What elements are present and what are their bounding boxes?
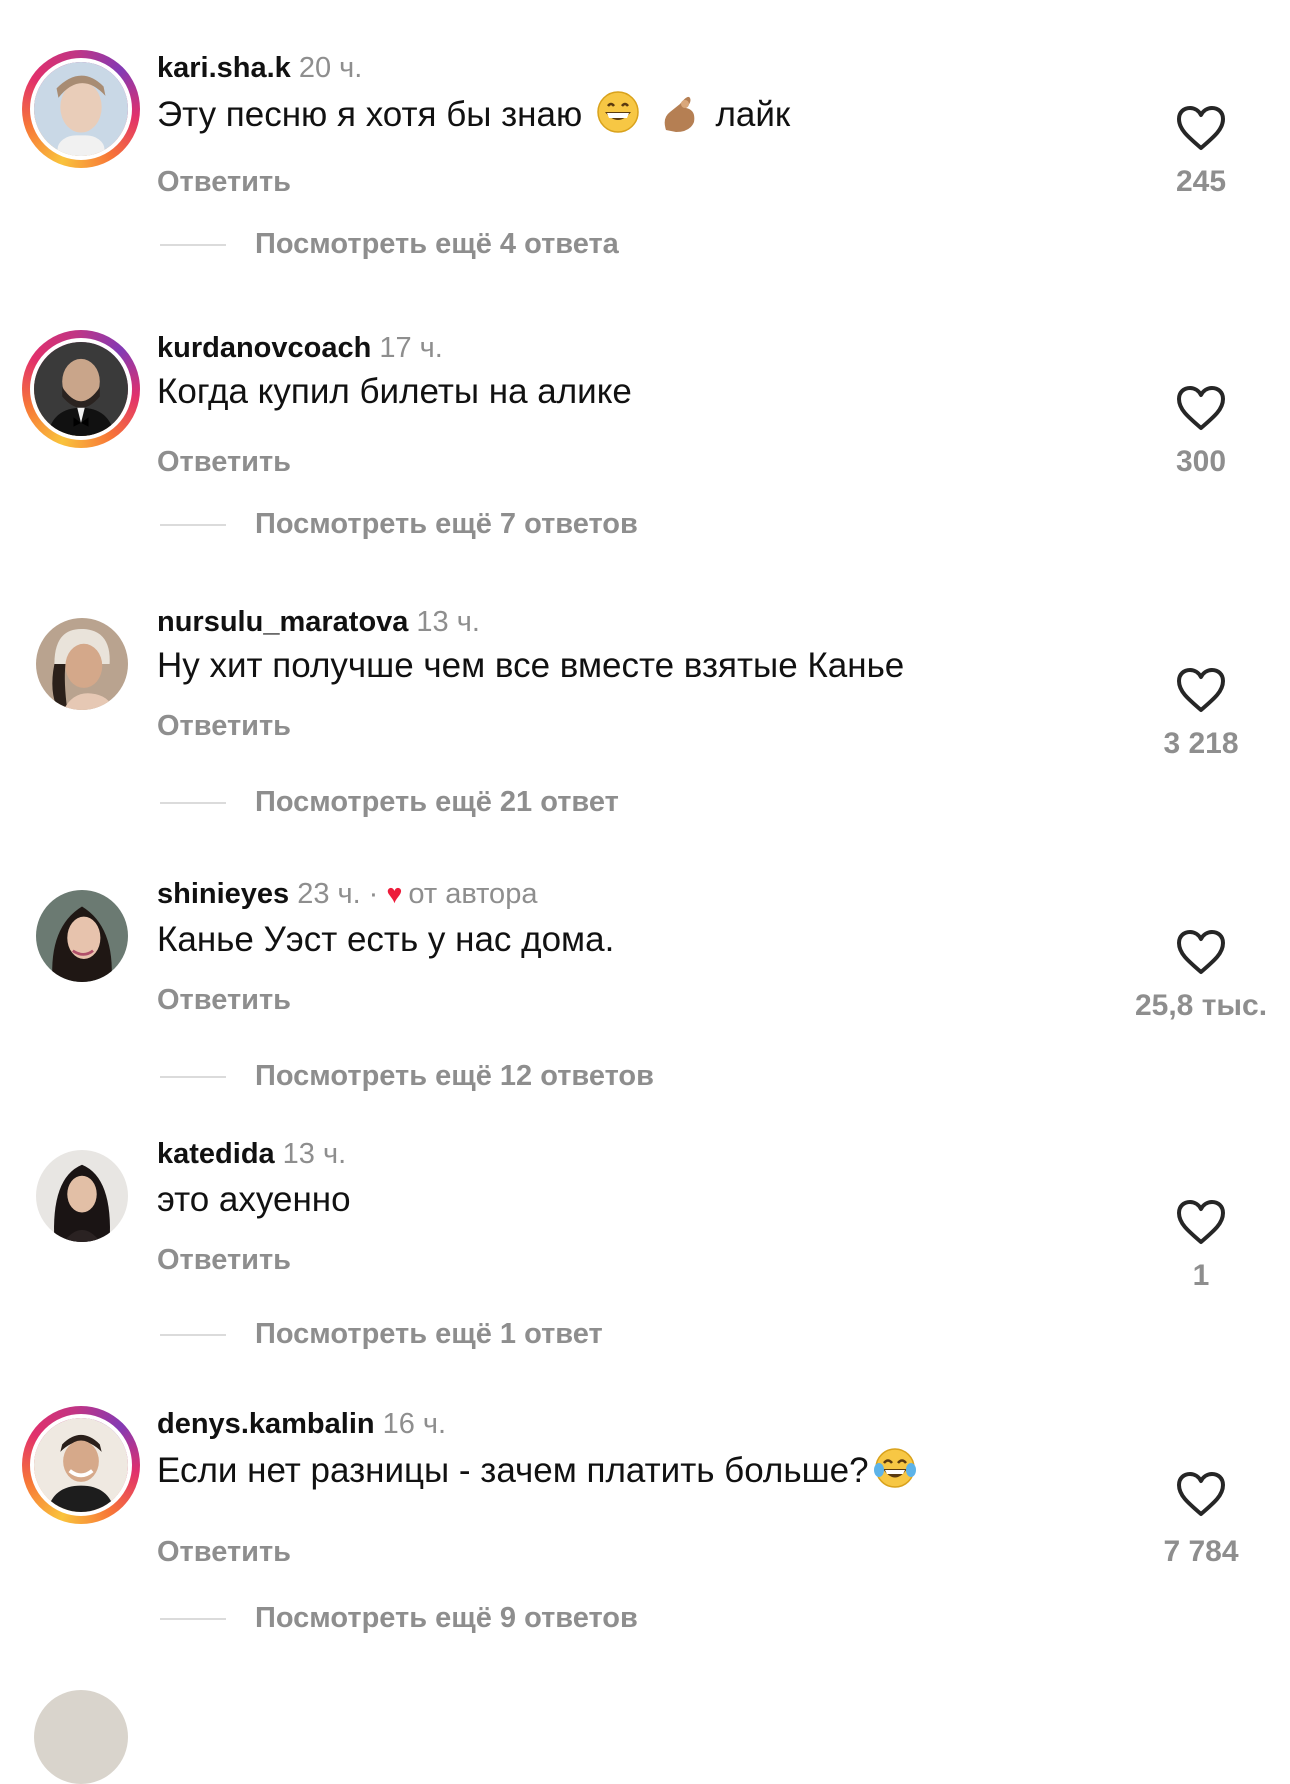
ok-hand-icon xyxy=(664,96,695,132)
avatar-next-comment[interactable] xyxy=(34,1690,128,1784)
heart-outline-icon[interactable] xyxy=(1175,1198,1227,1246)
timestamp: 13 ч. xyxy=(282,1138,347,1170)
like-count: 25,8 тыс. xyxy=(1134,989,1268,1022)
reply-button[interactable]: Ответить xyxy=(157,164,291,200)
username[interactable]: kurdanovcoach xyxy=(157,332,371,364)
tears-of-joy-icon xyxy=(873,1448,916,1488)
avatar-wrap[interactable] xyxy=(22,604,140,722)
comment-meta: shinieyes 23 ч. · ♥ от автора xyxy=(157,876,537,912)
comment-text: Ну хит получше чем все вместе взятые Кан… xyxy=(157,646,905,685)
like-count: 245 xyxy=(1175,165,1227,198)
divider-line xyxy=(160,1334,226,1336)
timestamp: 23 ч. xyxy=(297,878,361,910)
comment-meta: kurdanovcoach 17 ч. xyxy=(157,330,443,366)
divider-line xyxy=(160,1618,226,1620)
avatar-image xyxy=(36,890,128,982)
like-count: 7 784 xyxy=(1163,1535,1239,1568)
timestamp: 20 ч. xyxy=(298,52,363,84)
heart-outline-icon[interactable] xyxy=(1175,666,1227,714)
divider-line xyxy=(160,524,226,526)
comment-text: это ахуенно xyxy=(157,1180,351,1219)
divider-line xyxy=(160,244,226,246)
avatar xyxy=(30,338,132,440)
avatar-story-ring[interactable] xyxy=(22,50,140,168)
comment-text-end: лайк xyxy=(715,95,791,134)
heart-outline-icon[interactable] xyxy=(1175,384,1227,432)
reply-button[interactable]: Ответить xyxy=(157,1242,291,1278)
timestamp: 13 ч. xyxy=(416,606,480,638)
grinning-face-icon xyxy=(597,91,639,133)
divider-line xyxy=(160,1076,226,1078)
username[interactable]: katedida xyxy=(157,1138,275,1170)
avatar xyxy=(30,58,132,160)
timestamp: 16 ч. xyxy=(382,1408,447,1440)
like-count: 1 xyxy=(1192,1259,1210,1292)
avatar-story-ring[interactable] xyxy=(22,330,140,448)
comment-text: Эту песню я хотя бы знаю лайк xyxy=(157,90,790,137)
heart-filled-icon: ♥ xyxy=(386,879,403,909)
author-liked-label: от автора xyxy=(408,878,538,910)
avatar-image xyxy=(36,1150,128,1242)
reply-button[interactable]: Ответить xyxy=(157,444,291,480)
like-count: 300 xyxy=(1175,445,1227,478)
username[interactable]: kari.sha.k xyxy=(157,52,291,84)
separator-dot: · xyxy=(368,878,379,910)
comment-text-main: Если нет разницы - зачем платить больше? xyxy=(157,1451,869,1490)
username[interactable]: denys.kambalin xyxy=(157,1408,375,1440)
heart-outline-icon[interactable] xyxy=(1175,928,1227,976)
reply-button[interactable]: Ответить xyxy=(157,982,291,1018)
reply-button[interactable]: Ответить xyxy=(157,1534,291,1570)
avatar-image xyxy=(34,1418,128,1512)
comment-text: Если нет разницы - зачем платить больше? xyxy=(157,1446,921,1493)
comment-meta: katedida 13 ч. xyxy=(157,1136,346,1172)
avatar-wrap[interactable] xyxy=(22,876,140,994)
divider-line xyxy=(160,802,226,804)
like-count: 3 218 xyxy=(1163,727,1239,760)
avatar xyxy=(36,1150,128,1242)
comment-meta: nursulu_maratova 13 ч. xyxy=(157,604,480,640)
avatar-image xyxy=(36,618,128,710)
heart-outline-icon[interactable] xyxy=(1175,104,1227,152)
reply-button[interactable]: Ответить xyxy=(157,708,291,744)
avatar xyxy=(36,618,128,710)
avatar xyxy=(30,1414,132,1516)
avatar-image xyxy=(34,342,128,436)
avatar-wrap[interactable] xyxy=(22,1136,140,1254)
view-more-label[interactable]: Посмотреть ещё 21 ответ xyxy=(255,784,619,820)
username[interactable]: nursulu_maratova xyxy=(157,606,408,638)
view-more-label[interactable]: Посмотреть ещё 4 ответа xyxy=(255,226,619,262)
heart-outline-icon[interactable] xyxy=(1175,1470,1227,1518)
username[interactable]: shinieyes xyxy=(157,878,289,910)
comment-text: Канье Уэст есть у нас дома. xyxy=(157,920,615,959)
avatar-story-ring[interactable] xyxy=(22,1406,140,1524)
view-more-label[interactable]: Посмотреть ещё 7 ответов xyxy=(255,506,638,542)
comment-meta: kari.sha.k 20 ч. xyxy=(157,50,362,86)
avatar-image xyxy=(34,62,128,156)
view-more-label[interactable]: Посмотреть ещё 12 ответов xyxy=(255,1058,654,1094)
comment-meta: denys.kambalin 16 ч. xyxy=(157,1406,446,1442)
comment-text: Когда купил билеты на алике xyxy=(157,372,632,411)
timestamp: 17 ч. xyxy=(379,332,443,364)
view-more-label[interactable]: Посмотреть ещё 9 ответов xyxy=(255,1600,638,1636)
comment-text-main: Эту песню я хотя бы знаю xyxy=(157,95,583,134)
avatar xyxy=(36,890,128,982)
view-more-label[interactable]: Посмотреть ещё 1 ответ xyxy=(255,1316,603,1352)
